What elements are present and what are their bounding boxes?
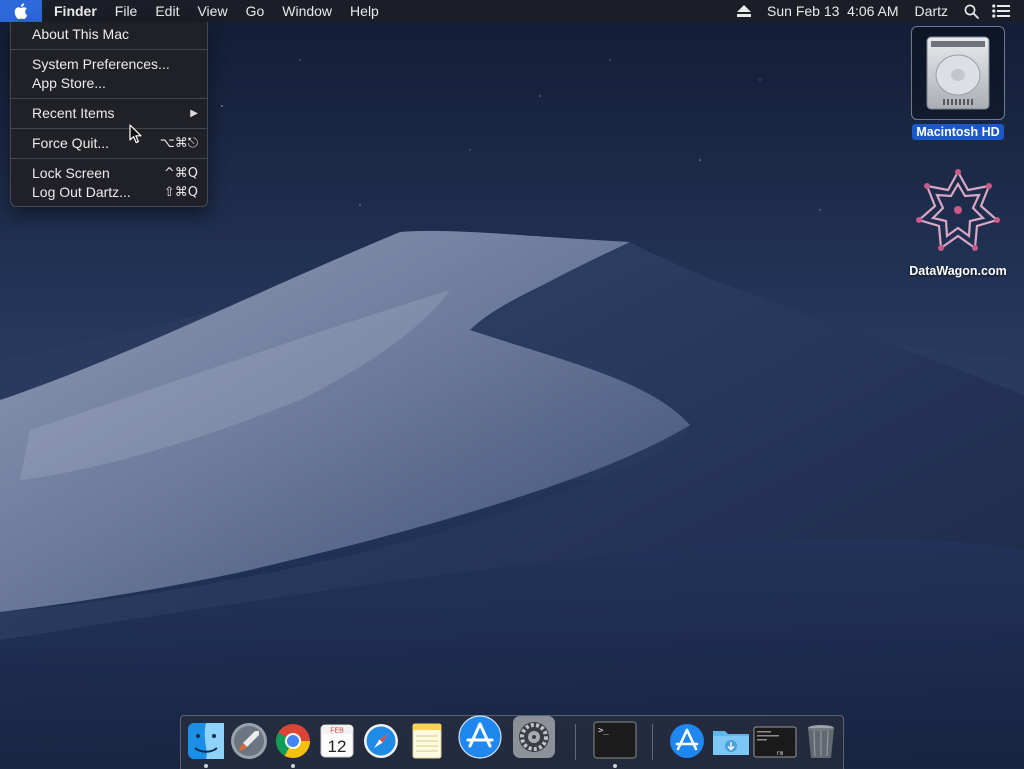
menu-item-log-out[interactable]: Log Out Dartz... ⇧⌘Q	[11, 183, 207, 202]
eject-icon	[737, 5, 752, 17]
calendar-icon: FEB 12	[320, 724, 354, 758]
spotlight-button[interactable]	[960, 0, 982, 22]
apple-icon	[14, 3, 28, 19]
datawagon-logo-icon	[916, 169, 1000, 251]
menu-item-lock-screen[interactable]: Lock Screen ^⌘Q	[11, 164, 207, 183]
chrome-icon	[276, 724, 310, 758]
calendar-day: 12	[328, 737, 347, 756]
spotlight-search-icon	[964, 4, 979, 19]
menu-item-label: Force Quit...	[32, 135, 110, 151]
desktop-icon-macintosh-hd[interactable]: Macintosh HD	[906, 26, 1010, 141]
menu-help[interactable]: Help	[341, 0, 388, 22]
terminal-document-caption: rm	[776, 750, 784, 757]
dock-item-app-store[interactable]	[457, 714, 503, 760]
menu-separator	[11, 128, 207, 129]
menu-item-label: About This Mac	[32, 26, 130, 42]
menu-separator	[11, 98, 207, 99]
trash-icon	[808, 725, 834, 758]
safari-icon	[364, 724, 398, 758]
menu-finder[interactable]: Finder	[42, 0, 106, 22]
dock-item-chrome[interactable]	[273, 721, 313, 768]
menu-bar: Finder File Edit View Go Window Help Sun…	[0, 0, 1024, 22]
mouse-cursor-icon	[129, 124, 142, 144]
notes-icon	[412, 723, 442, 759]
calendar-month: FEB	[330, 728, 344, 735]
finder-icon	[188, 723, 224, 759]
terminal-document-icon: rm	[753, 726, 797, 758]
dock-item-finder[interactable]	[186, 721, 226, 768]
notification-center-icon	[992, 4, 1010, 18]
dock-item-launchpad[interactable]	[229, 721, 269, 761]
menu-view[interactable]: View	[188, 0, 236, 22]
system-preferences-icon	[513, 716, 555, 758]
menu-item-force-quit[interactable]: Force Quit... ⌥⌘⎋	[11, 134, 207, 153]
downloads-folder-icon	[713, 731, 749, 755]
app-store-icon	[458, 715, 502, 759]
submenu-arrow-icon: ▶	[190, 108, 198, 119]
menu-item-label: Recent Items	[32, 105, 115, 121]
running-indicator	[291, 764, 295, 768]
dock: FEB 12 >_ rm	[180, 715, 844, 769]
dock-separator	[652, 724, 653, 760]
menu-item-app-store[interactable]: App Store...	[11, 74, 207, 93]
dock-separator	[575, 724, 576, 760]
dock-item-safari[interactable]	[361, 721, 401, 761]
menu-item-shortcut: ⇧⌘Q	[163, 185, 198, 200]
desktop-icon-datawagon[interactable]: DataWagon.com	[896, 168, 1020, 280]
dock-item-notes[interactable]	[407, 721, 447, 761]
menu-file[interactable]: File	[106, 0, 147, 22]
menu-item-about-this-mac[interactable]: About This Mac	[11, 25, 207, 44]
menu-item-label: Log Out Dartz...	[32, 184, 131, 200]
menu-edit[interactable]: Edit	[146, 0, 188, 22]
menu-separator	[11, 158, 207, 159]
notification-center-button[interactable]	[990, 0, 1012, 22]
running-indicator	[613, 764, 617, 768]
dock-item-trash[interactable]	[801, 721, 841, 761]
menu-item-label: App Store...	[32, 75, 106, 91]
menubar-clock[interactable]: Sun Feb 13 4:06 AM	[759, 0, 907, 22]
desktop-icon-label: Macintosh HD	[912, 124, 1004, 140]
menu-separator	[11, 49, 207, 50]
terminal-icon: >_	[593, 721, 637, 759]
dock-item-terminal-document[interactable]: rm	[753, 721, 797, 761]
menu-item-shortcut: ^⌘Q	[163, 166, 198, 181]
menu-item-recent-items[interactable]: Recent Items ▶	[11, 104, 207, 123]
hard-drive-icon	[926, 36, 990, 110]
desktop-icon-selection-box	[911, 26, 1005, 120]
apple-menu-button[interactable]	[0, 0, 42, 22]
dock-item-downloads-folder[interactable]	[711, 721, 751, 761]
menu-item-shortcut: ⌥⌘⎋	[159, 136, 198, 151]
dock-item-app-store-stack[interactable]	[667, 721, 707, 761]
svg-text:>_: >_	[598, 726, 609, 736]
running-indicator	[204, 764, 208, 768]
menu-item-label: Lock Screen	[32, 165, 110, 181]
launchpad-icon	[231, 723, 267, 759]
eject-button[interactable]	[733, 0, 755, 22]
dock-item-system-preferences[interactable]	[511, 714, 557, 760]
menu-window[interactable]: Window	[273, 0, 341, 22]
menu-item-system-preferences[interactable]: System Preferences...	[11, 55, 207, 74]
dock-item-terminal[interactable]: >_	[593, 721, 637, 768]
desktop-icon-label: DataWagon.com	[909, 264, 1007, 278]
menu-go[interactable]: Go	[237, 0, 274, 22]
apple-dropdown-menu: About This Mac System Preferences... App…	[10, 22, 208, 207]
menubar-user[interactable]: Dartz	[907, 0, 956, 22]
app-store-downloads-icon	[670, 724, 704, 758]
menu-item-label: System Preferences...	[32, 56, 170, 72]
dock-item-calendar[interactable]: FEB 12	[317, 721, 357, 761]
